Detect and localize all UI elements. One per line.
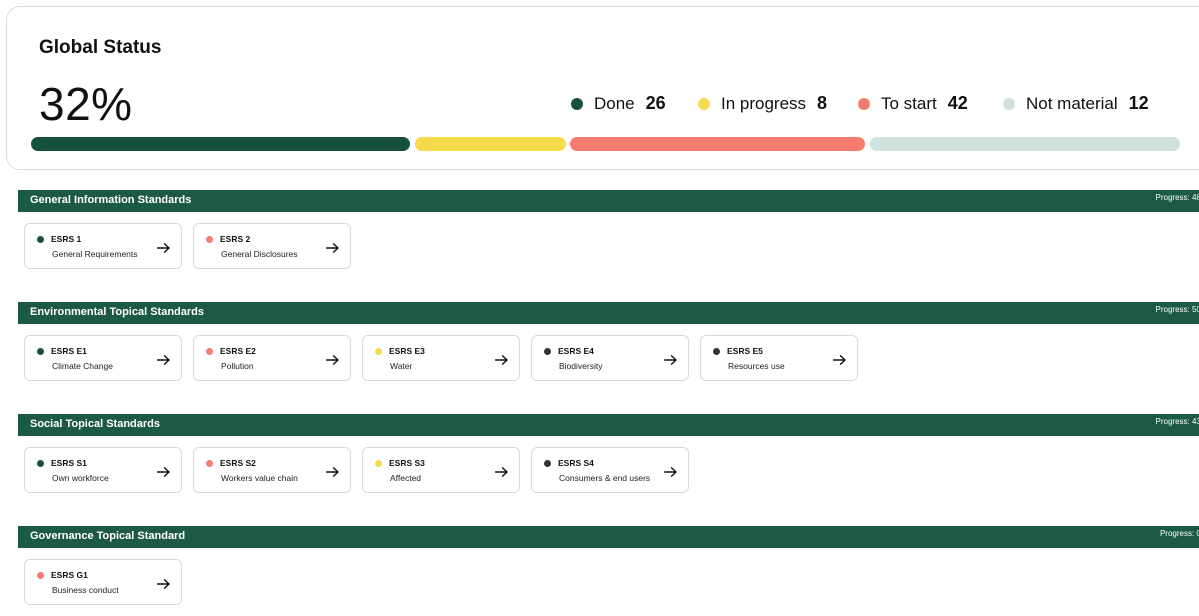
card-code: ESRS 1 — [51, 234, 82, 244]
legend-to-start: To start 42 — [858, 93, 968, 114]
status-dot-icon — [37, 460, 44, 467]
card-name: Workers value chain — [221, 473, 298, 483]
status-dot-icon — [37, 348, 44, 355]
standard-card-esrs-e1[interactable]: ESRS E1 Climate Change — [24, 335, 182, 381]
legend-not-material: Not material 12 — [1003, 93, 1149, 114]
arrow-right-icon[interactable] — [495, 467, 508, 477]
standard-card-esrs-s3[interactable]: ESRS S3 Affected — [362, 447, 520, 493]
global-status-title: Global Status — [39, 37, 162, 58]
arrow-right-icon[interactable] — [157, 467, 170, 477]
legend-to-start-count: 42 — [947, 93, 968, 113]
standard-card-esrs-s1[interactable]: ESRS S1 Own workforce — [24, 447, 182, 493]
global-status-percent: 32% — [39, 78, 133, 130]
section-title: General Information Standards — [30, 194, 192, 206]
standard-card-esrs-e5[interactable]: ESRS E5 Resources use — [700, 335, 858, 381]
card-name: Own workforce — [52, 473, 109, 483]
status-dot-icon — [375, 460, 382, 467]
section-progress: Progress: 50% — [1155, 305, 1199, 314]
standard-card-esrs-e2[interactable]: ESRS E2 Pollution — [193, 335, 351, 381]
standard-card-esrs-s4[interactable]: ESRS S4 Consumers & end users — [531, 447, 689, 493]
card-name: Pollution — [221, 361, 254, 371]
legend-in-progress: In progress 8 — [698, 93, 827, 114]
section-header-governance: Governance Topical Standard Progress: 0% — [18, 526, 1199, 548]
standard-card-esrs-e3[interactable]: ESRS E3 Water — [362, 335, 520, 381]
card-name: Consumers & end users — [559, 473, 651, 483]
status-dot-icon — [37, 572, 44, 579]
status-dot-icon — [37, 236, 44, 243]
legend-done: Done 26 — [571, 93, 666, 114]
progress-bar-not-material — [870, 137, 1180, 151]
card-code: ESRS S4 — [558, 458, 594, 468]
card-code: ESRS S1 — [51, 458, 87, 468]
section-title: Environmental Topical Standards — [30, 306, 204, 318]
card-code: ESRS S3 — [389, 458, 425, 468]
status-dot-icon — [206, 460, 213, 467]
standard-card-esrs-e4[interactable]: ESRS E4 Biodiversity — [531, 335, 689, 381]
arrow-right-icon[interactable] — [326, 355, 339, 365]
card-name: Climate Change — [52, 361, 113, 371]
card-name: General Disclosures — [221, 249, 298, 259]
progress-bar-in-progress — [415, 137, 566, 151]
card-code: ESRS 2 — [220, 234, 251, 244]
card-name: Biodiversity — [559, 361, 603, 371]
legend-not-material-label: Not material — [1026, 93, 1118, 113]
to-start-dot-icon — [858, 97, 870, 110]
card-name: Business conduct — [52, 585, 119, 595]
arrow-right-icon[interactable] — [326, 243, 339, 253]
arrow-right-icon[interactable] — [495, 355, 508, 365]
status-dot-icon — [544, 348, 551, 355]
card-code: ESRS E4 — [558, 346, 594, 356]
arrow-right-icon[interactable] — [664, 467, 677, 477]
section-title: Social Topical Standards — [30, 418, 160, 430]
status-dot-icon — [206, 348, 213, 355]
card-code: ESRS S2 — [220, 458, 256, 468]
legend-not-material-count: 12 — [1128, 93, 1149, 113]
progress-bar-done — [31, 137, 410, 151]
section-progress: Progress: 43% — [1155, 417, 1199, 426]
card-name: General Requirements — [52, 249, 138, 259]
card-code: ESRS G1 — [51, 570, 88, 580]
legend-done-count: 26 — [645, 93, 666, 113]
arrow-right-icon[interactable] — [157, 243, 170, 253]
standard-card-esrs-2[interactable]: ESRS 2 General Disclosures — [193, 223, 351, 269]
arrow-right-icon[interactable] — [833, 355, 846, 365]
legend-to-start-label: To start — [881, 93, 937, 113]
arrow-right-icon[interactable] — [326, 467, 339, 477]
card-code: ESRS E1 — [51, 346, 87, 356]
arrow-right-icon[interactable] — [157, 579, 170, 589]
legend-done-label: Done — [594, 93, 635, 113]
section-progress: Progress: 0% — [1159, 529, 1199, 538]
done-dot-icon — [571, 97, 583, 110]
in-progress-dot-icon — [698, 97, 710, 110]
status-dot-icon — [713, 348, 720, 355]
status-dot-icon — [544, 460, 551, 467]
arrow-right-icon[interactable] — [664, 355, 677, 365]
standard-card-esrs-s2[interactable]: ESRS S2 Workers value chain — [193, 447, 351, 493]
section-title: Governance Topical Standard — [30, 530, 186, 542]
card-code: ESRS E5 — [727, 346, 763, 356]
card-name: Water — [390, 361, 413, 371]
progress-bar-to-start — [570, 137, 865, 151]
section-header-general: General Information Standards Progress: … — [18, 190, 1199, 212]
global-status-card: Global Status 32% Done 26 In progress 8 … — [6, 6, 1199, 170]
status-dot-icon — [206, 236, 213, 243]
arrow-right-icon[interactable] — [157, 355, 170, 365]
card-name: Affected — [390, 473, 422, 483]
legend-in-progress-count: 8 — [817, 93, 828, 113]
section-header-social: Social Topical Standards Progress: 43% — [18, 414, 1199, 436]
card-code: ESRS E3 — [389, 346, 425, 356]
status-dot-icon — [375, 348, 382, 355]
legend-in-progress-label: In progress — [721, 93, 807, 113]
standard-card-esrs-1[interactable]: ESRS 1 General Requirements — [24, 223, 182, 269]
not-material-dot-icon — [1003, 97, 1015, 110]
card-code: ESRS E2 — [220, 346, 256, 356]
standard-card-esrs-g1[interactable]: ESRS G1 Business conduct — [24, 559, 182, 605]
card-name: Resources use — [728, 361, 785, 371]
section-header-environmental: Environmental Topical Standards Progress… — [18, 302, 1199, 324]
section-progress: Progress: 48% — [1155, 193, 1199, 202]
